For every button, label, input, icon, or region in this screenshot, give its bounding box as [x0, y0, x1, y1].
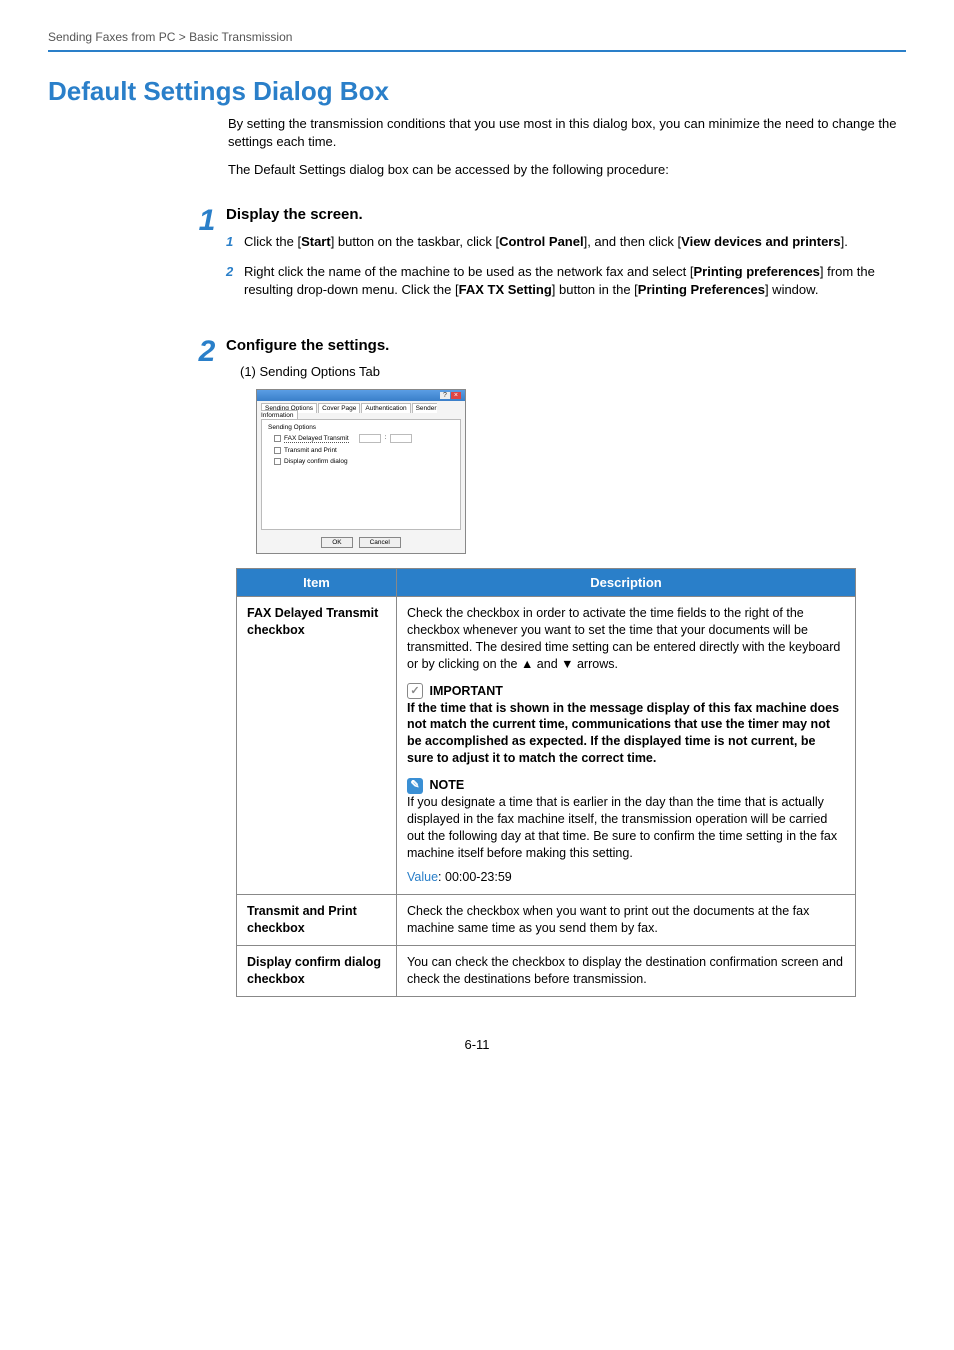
item-fax-delayed: FAX Delayed Transmit checkbox — [237, 597, 397, 895]
ok-button[interactable]: OK — [321, 537, 352, 548]
table-row: Transmit and Print checkbox Check the ch… — [237, 895, 856, 946]
value-range: 00:00-23:59 — [445, 870, 512, 884]
substep-1-number: 1 — [226, 233, 244, 251]
tab-authentication[interactable]: Authentication — [361, 403, 410, 413]
desc-display-confirm: You can check the checkbox to display th… — [397, 946, 856, 997]
item-transmit-print: Transmit and Print checkbox — [237, 895, 397, 946]
step-2-title: Configure the settings. — [226, 337, 906, 354]
time-min-spinner[interactable] — [390, 434, 412, 443]
display-confirm-dialog-checkbox[interactable] — [274, 458, 281, 465]
group-label: Sending Options — [268, 424, 454, 431]
tab-caption: (1) Sending Options Tab — [240, 364, 906, 379]
dialog-screenshot: ?× Sending OptionsCover PageAuthenticati… — [256, 389, 466, 554]
dialog-tabs: Sending OptionsCover PageAuthenticationS… — [257, 401, 465, 419]
table-row: FAX Delayed Transmit checkbox Check the … — [237, 597, 856, 895]
note-icon: ✎ — [407, 778, 423, 794]
page-title: Default Settings Dialog Box — [48, 76, 906, 107]
time-hour-spinner[interactable] — [359, 434, 381, 443]
step-number-2: 2 — [188, 337, 226, 997]
breadcrumb: Sending Faxes from PC > Basic Transmissi… — [48, 30, 906, 44]
substep-2-number: 2 — [226, 263, 244, 299]
item-display-confirm: Display confirm dialog checkbox — [237, 946, 397, 997]
display-confirm-dialog-label: Display confirm dialog — [284, 458, 348, 465]
intro-paragraph-2: The Default Settings dialog box can be a… — [228, 161, 906, 179]
transmit-and-print-label: Transmit and Print — [284, 447, 337, 454]
header-rule — [48, 50, 906, 52]
transmit-and-print-checkbox[interactable] — [274, 447, 281, 454]
desc-fax-delayed: Check the checkbox in order to activate … — [397, 597, 856, 895]
important-body: If the time that is shown in the message… — [407, 700, 845, 768]
table-header-description: Description — [397, 569, 856, 597]
table-header-item: Item — [237, 569, 397, 597]
close-icon[interactable]: × — [451, 392, 461, 399]
table-row: Display confirm dialog checkbox You can … — [237, 946, 856, 997]
step-number-1: 1 — [188, 206, 226, 312]
substep-1-text: Click the [Start] button on the taskbar,… — [244, 233, 906, 251]
intro-paragraph-1: By setting the transmission conditions t… — [228, 115, 906, 151]
substep-2-text: Right click the name of the machine to b… — [244, 263, 906, 299]
settings-table: Item Description FAX Delayed Transmit ch… — [236, 568, 856, 997]
desc-transmit-print: Check the checkbox when you want to prin… — [397, 895, 856, 946]
fax-delayed-transmit-label: FAX Delayed Transmit — [284, 435, 349, 443]
important-label: IMPORTANT — [429, 684, 502, 698]
tab-cover-page[interactable]: Cover Page — [318, 403, 360, 413]
page-number: 6-11 — [48, 1037, 906, 1052]
note-body: If you designate a time that is earlier … — [407, 794, 845, 862]
important-icon: ✓ — [407, 683, 423, 699]
step-1-title: Display the screen. — [226, 206, 906, 223]
fax-delayed-transmit-checkbox[interactable] — [274, 435, 281, 442]
cancel-button[interactable]: Cancel — [359, 537, 401, 548]
note-label: NOTE — [429, 778, 464, 792]
value-label: Value — [407, 870, 438, 884]
dialog-titlebar: ?× — [257, 390, 465, 401]
